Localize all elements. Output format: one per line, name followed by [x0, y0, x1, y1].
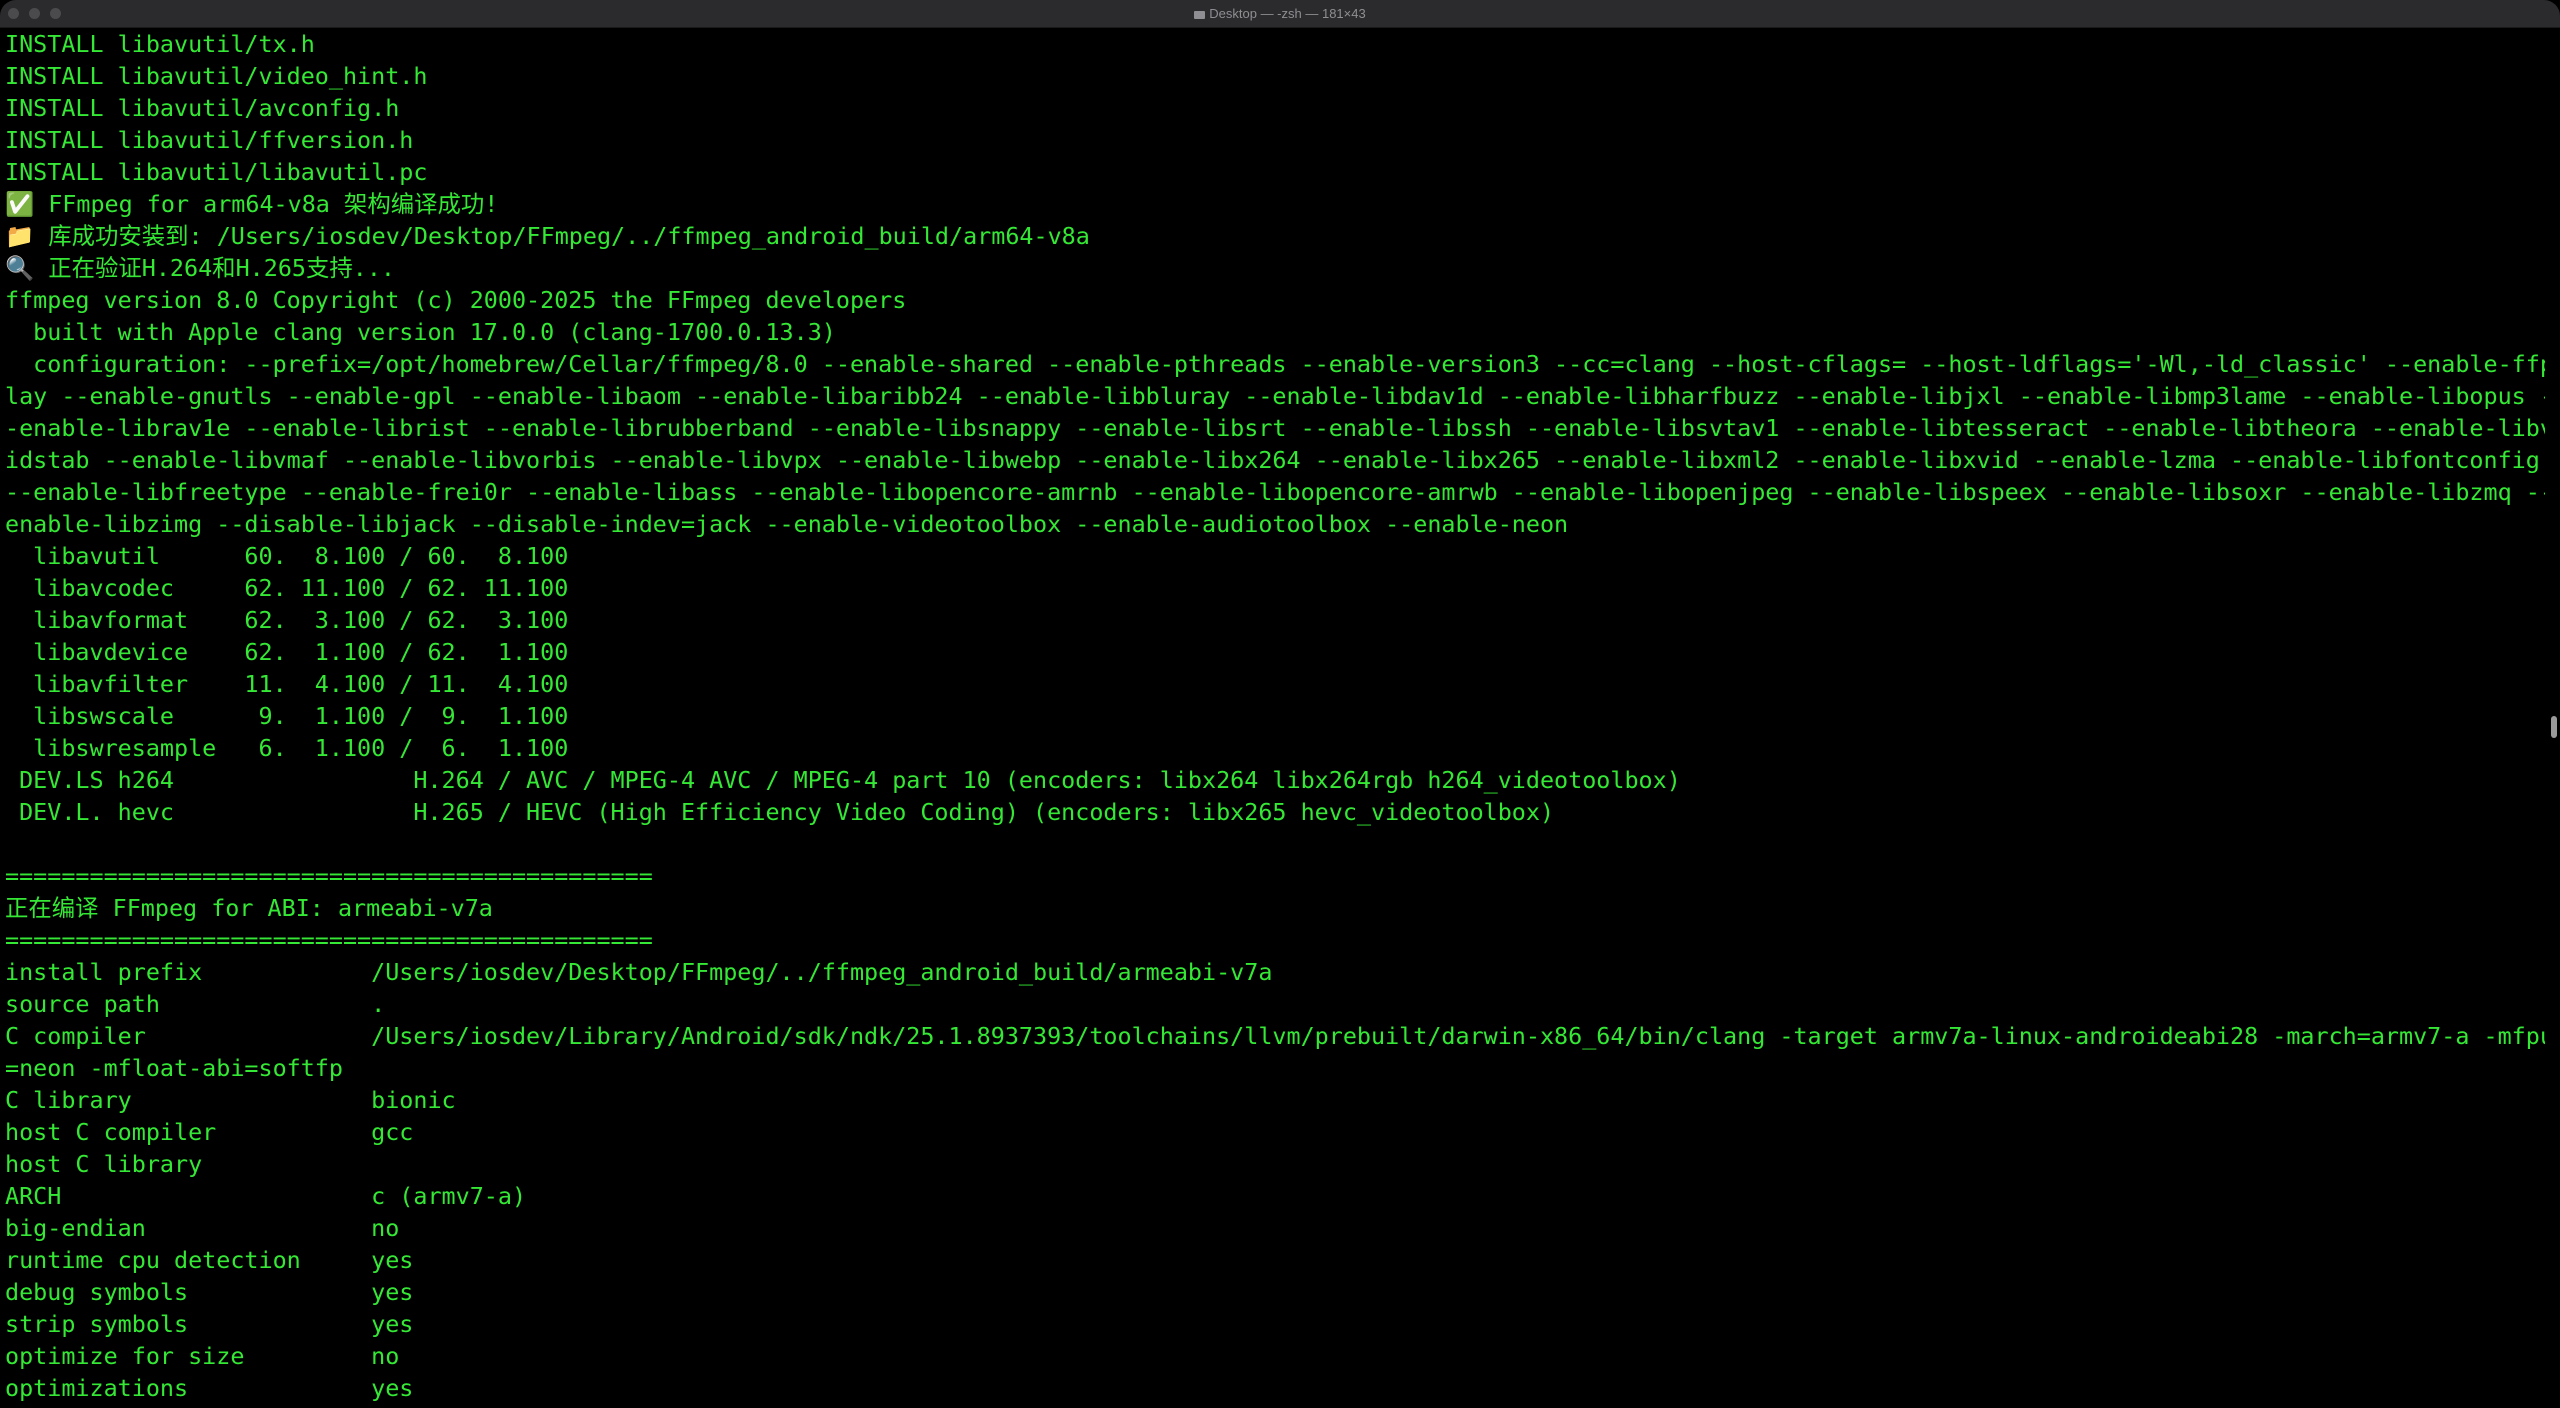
terminal-line: 📁 库成功安装到: /Users/iosdev/Desktop/FFmpeg/.… [5, 222, 1090, 250]
terminal-line: ========================================… [5, 862, 653, 890]
terminal-line: source path . [5, 990, 386, 1018]
scrollbar-thumb[interactable] [2551, 716, 2557, 738]
terminal-line: 🔍 正在验证H.264和H.265支持... [5, 254, 396, 282]
terminal-line: install prefix /Users/iosdev/Desktop/FFm… [5, 958, 1273, 986]
terminal-line: INSTALL libavutil/video_hint.h [5, 62, 428, 90]
terminal-line: ARCH c (armv7-a) [5, 1182, 527, 1210]
terminal-line: enable-libzimg --disable-libjack --disab… [5, 510, 1569, 538]
terminal-line: big-endian no [5, 1214, 400, 1242]
terminal-line: -enable-librav1e --enable-librist --enab… [5, 414, 2545, 442]
terminal-line: host C compiler gcc [5, 1118, 414, 1146]
terminal-line: libswresample 6. 1.100 / 6. 1.100 [5, 734, 569, 762]
terminal-line: libavutil 60. 8.100 / 60. 8.100 [5, 542, 569, 570]
title-bar[interactable]: Desktop — -zsh — 181×43 [0, 0, 2560, 28]
terminal-line: strip symbols yes [5, 1310, 414, 1338]
terminal-line: host C library [5, 1150, 203, 1178]
terminal-line: optimize for size no [5, 1342, 400, 1370]
terminal-line: INSTALL libavutil/libavutil.pc [5, 158, 428, 186]
terminal-line: ffmpeg version 8.0 Copyright (c) 2000-20… [5, 286, 907, 314]
terminal-line: INSTALL libavutil/ffversion.h [5, 126, 414, 154]
window-title: Desktop — -zsh — 181×43 [0, 0, 2560, 27]
terminal-line: debug symbols yes [5, 1278, 414, 1306]
terminal-line: INSTALL libavutil/tx.h [5, 30, 315, 58]
terminal-line: --enable-libfreetype --enable-frei0r --e… [5, 478, 2545, 506]
terminal-line: runtime cpu detection yes [5, 1246, 414, 1274]
terminal-window: Desktop — -zsh — 181×43 INSTALL libavuti… [0, 0, 2560, 1408]
terminal-line: INSTALL libavutil/avconfig.h [5, 94, 400, 122]
terminal-line: configuration: --prefix=/opt/homebrew/Ce… [5, 350, 2545, 378]
terminal-line: =neon -mfloat-abi=softfp [5, 1054, 343, 1082]
terminal-line: C library bionic [5, 1086, 456, 1114]
terminal-line: DEV.LS h264 H.264 / AVC / MPEG-4 AVC / M… [5, 766, 1681, 794]
terminal-line: libswscale 9. 1.100 / 9. 1.100 [5, 702, 569, 730]
terminal-line: built with Apple clang version 17.0.0 (c… [5, 318, 836, 346]
terminal-line: ✅ FFmpeg for arm64-v8a 架构编译成功! [5, 190, 499, 218]
terminal-line: lay --enable-gnutls --enable-gpl --enabl… [5, 382, 2545, 410]
terminal-line: libavformat 62. 3.100 / 62. 3.100 [5, 606, 569, 634]
terminal-line: libavfilter 11. 4.100 / 11. 4.100 [5, 670, 569, 698]
terminal-line: ========================================… [5, 926, 653, 954]
terminal-output[interactable]: INSTALL libavutil/tx.h INSTALL libavutil/… [5, 28, 2545, 1403]
terminal-line: C compiler /Users/iosdev/Library/Android… [5, 1022, 2545, 1050]
terminal-line: idstab --enable-libvmaf --enable-libvorb… [5, 446, 2540, 474]
terminal-line: libavdevice 62. 1.100 / 62. 1.100 [5, 638, 569, 666]
window-title-text: Desktop — -zsh — 181×43 [1209, 6, 1366, 21]
terminal-line: DEV.L. hevc H.265 / HEVC (High Efficienc… [5, 798, 1555, 826]
folder-icon [1194, 11, 1206, 19]
terminal-line: libavcodec 62. 11.100 / 62. 11.100 [5, 574, 569, 602]
terminal-line: optimizations yes [5, 1374, 414, 1402]
terminal-line: 正在编译 FFmpeg for ABI: armeabi-v7a [5, 894, 493, 922]
